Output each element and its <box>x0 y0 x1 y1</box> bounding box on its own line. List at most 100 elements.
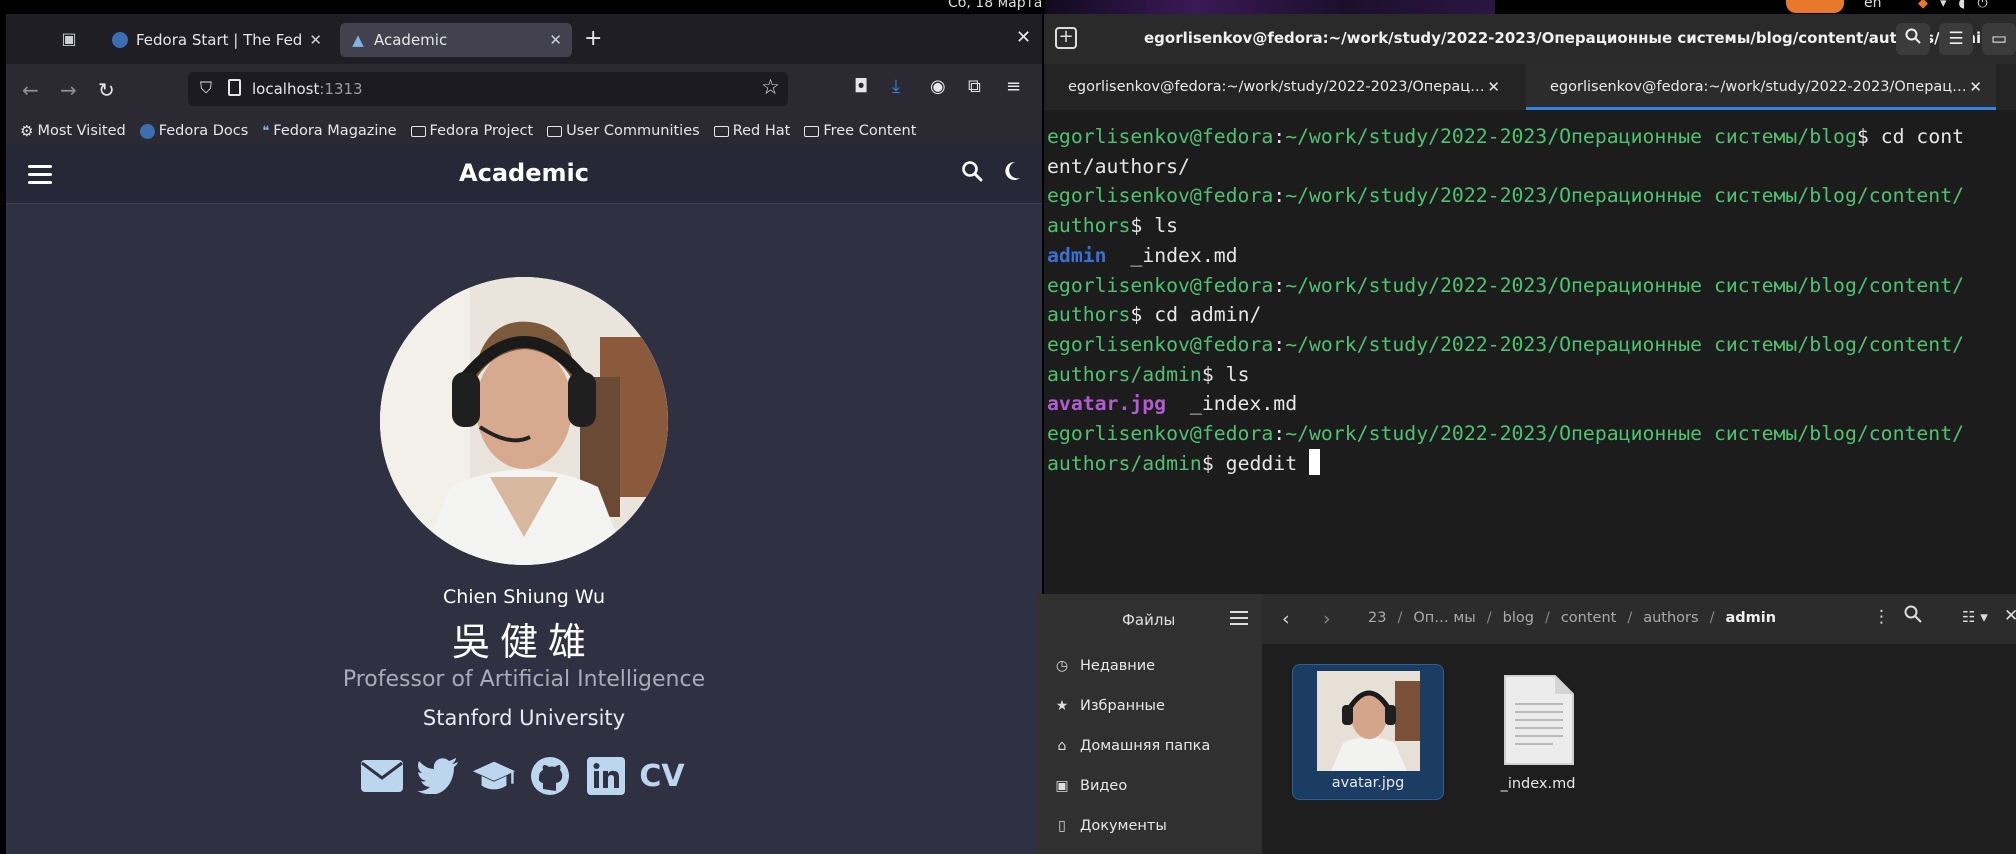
breadcrumb-item[interactable]: blog <box>1503 610 1534 626</box>
close-tab-icon[interactable]: ✕ <box>309 31 322 49</box>
files-sidebar: Файлы ◷ Недавние ★ Избранные ⌂ Домашняя пап… <box>1036 594 1262 854</box>
keyboard-layout[interactable]: en <box>1864 0 1882 11</box>
more-options-icon[interactable]: ⋮ <box>1873 607 1890 627</box>
terminal-menu-icon[interactable]: ☰ <box>1939 23 1973 55</box>
video-icon: ▣ <box>1055 778 1069 794</box>
terminal-line: egorlisenkov@fedora:~/work/study/2022-20… <box>1047 273 1965 297</box>
file-item-avatar[interactable]: avatar.jpg <box>1292 664 1444 800</box>
sidebar-item-starred[interactable]: ★ Избранные <box>1054 698 1165 714</box>
account-icon[interactable]: ◉ <box>930 76 946 97</box>
breadcrumb-item-current[interactable]: admin <box>1725 610 1776 626</box>
graduation-cap-icon[interactable] <box>472 754 516 798</box>
terminal-tab-active[interactable]: egorlisenkov@fedora:~/work/study/2022-20… <box>1526 64 1996 110</box>
sidebar-item-videos[interactable]: ▣ Видео <box>1054 778 1127 794</box>
new-terminal-tab-icon[interactable]: + <box>1055 27 1077 49</box>
bookmark-red-hat[interactable]: Red Hat <box>713 123 790 139</box>
file-name: _index.md <box>1500 776 1576 792</box>
academic-favicon-icon: ▲ <box>352 31 364 49</box>
reload-icon[interactable]: ↻ <box>98 78 115 102</box>
site-navbar: Academic <box>6 146 1042 204</box>
workspace-indicator[interactable] <box>8 0 78 8</box>
linkedin-icon[interactable] <box>584 754 628 798</box>
pocket-icon[interactable]: ◘ <box>854 76 868 97</box>
files-main-area: ‹ › 23/Оп… мы / blog / content / authors / admin… <box>1262 594 2016 854</box>
profile-role: Professor of Artificial Intelligence <box>342 667 706 692</box>
bookmark-fedora-project[interactable]: Fedora Project <box>410 123 533 139</box>
close-tab-icon[interactable]: ✕ <box>1487 64 1500 110</box>
sidebar-item-recent[interactable]: ◷ Недавние <box>1054 658 1155 674</box>
system-top-bar: Сб, 18 марта 13:11 en ◆▾◖⏻ <box>0 0 2016 14</box>
close-window-icon[interactable]: ✕ <box>1016 27 1031 48</box>
terminal-tab[interactable]: egorlisenkov@fedora:~/work/study/2022-20… <box>1044 64 1514 110</box>
back-icon[interactable]: ‹ <box>1282 608 1290 630</box>
file-name: avatar.jpg <box>1331 775 1405 791</box>
terminal-line: admin _index.md <box>1047 243 1238 267</box>
forward-icon[interactable]: → <box>60 78 77 102</box>
clock-icon: ◷ <box>1055 658 1069 674</box>
tab-title: Fedora Start | The Fedora <box>136 31 303 49</box>
image-thumbnail <box>1317 671 1420 771</box>
shield-icon[interactable]: ⛉ <box>200 78 212 98</box>
terminal-window: + egorlisenkov@fedora:~/work/study/2022-… <box>1044 14 2016 594</box>
close-window-icon[interactable]: ✕ <box>2004 606 2016 626</box>
view-options-icon[interactable]: ☷ ▾ <box>1962 608 1988 626</box>
bookmarks-toolbar: ⚙ Most Visited Fedora Docs ❝ Fedora Magazi… <box>6 116 1042 146</box>
cv-link[interactable]: CV <box>639 754 684 798</box>
forward-icon[interactable]: › <box>1323 608 1331 630</box>
bookmark-free-content[interactable]: Free Content <box>804 123 916 139</box>
bookmark-user-communities[interactable]: User Communities <box>547 123 700 139</box>
bookmark-star-icon[interactable]: ☆ <box>761 75 780 99</box>
menu-icon[interactable]: ≡ <box>1006 76 1021 97</box>
url-text[interactable]: localhost:1313 <box>252 80 363 98</box>
downloads-icon[interactable]: ⤓ <box>892 76 900 97</box>
files-header-bar: ‹ › 23/Оп… мы / blog / content / authors / admin… <box>1262 594 2016 644</box>
terminal-search-icon[interactable] <box>1896 23 1930 55</box>
home-icon: ⌂ <box>1057 738 1067 754</box>
system-tray[interactable]: ◆▾◖⏻ <box>1918 0 2000 11</box>
sidebar-item-home[interactable]: ⌂ Домашняя папка <box>1054 738 1211 754</box>
tab-overview-icon[interactable]: ▣ <box>58 29 80 49</box>
gear-icon: ⚙ <box>20 122 34 140</box>
star-icon: ★ <box>1055 698 1069 714</box>
terminal-output[interactable]: egorlisenkov@fedora:~/work/study/2022-20… <box>1047 122 2007 478</box>
profile-name-chinese: 吳健雄 <box>451 620 596 664</box>
terminal-line: authors$ ls <box>1047 214 1179 238</box>
breadcrumb-item[interactable]: 23 <box>1368 610 1386 626</box>
profile-avatar <box>380 277 668 565</box>
site-brand[interactable]: Academic <box>6 159 1042 187</box>
url-bar[interactable]: ⛉ localhost:1313 ☆ <box>188 72 788 106</box>
breadcrumb-item[interactable]: content <box>1561 610 1617 626</box>
files-menu-icon[interactable] <box>1230 611 1248 629</box>
email-icon[interactable] <box>360 754 404 798</box>
close-tab-icon[interactable]: ✕ <box>1969 64 1982 107</box>
file-item-index[interactable]: _index.md <box>1462 664 1614 800</box>
new-tab-icon[interactable]: + <box>584 26 602 51</box>
bookmark-most-visited[interactable]: ⚙ Most Visited <box>20 122 126 140</box>
fedora-icon <box>139 123 155 139</box>
twitter-icon[interactable] <box>416 754 460 798</box>
search-icon[interactable] <box>1904 605 1922 628</box>
close-tab-icon[interactable]: ✕ <box>549 31 562 49</box>
sidebar-item-documents[interactable]: ▯ Документы <box>1054 818 1167 834</box>
terminal-line: authors/admin$ geddit <box>1047 448 2007 479</box>
bookmark-fedora-docs[interactable]: Fedora Docs <box>139 123 248 139</box>
breadcrumb-item[interactable]: Оп… мы <box>1413 610 1475 626</box>
dark-mode-moon-icon[interactable] <box>1002 160 1022 188</box>
terminal-line: egorlisenkov@fedora:~/work/study/2022-20… <box>1047 125 1965 148</box>
terminal-cursor <box>1309 448 1321 475</box>
terminal-window-button[interactable]: ▭ <box>1982 23 2016 55</box>
back-icon[interactable]: ← <box>22 78 39 102</box>
bookmark-fedora-magazine[interactable]: ❝ Fedora Magazine <box>262 123 396 139</box>
files-app-title: Файлы <box>1122 611 1176 629</box>
github-icon[interactable] <box>528 754 572 798</box>
breadcrumb-item[interactable]: authors <box>1643 610 1698 626</box>
browser-tab-bar: ▣ Fedora Start | The Fedora ✕ ▲ Academic… <box>6 14 1042 64</box>
terminal-line: authors$ cd admin/ <box>1047 303 1262 327</box>
browser-tab-academic[interactable]: ▲ Academic ✕ <box>340 23 572 57</box>
browser-tab-fedora-start[interactable]: Fedora Start | The Fedora ✕ <box>102 23 332 57</box>
screen-share-indicator[interactable] <box>1786 0 1844 13</box>
search-icon[interactable] <box>961 160 983 188</box>
extensions-icon[interactable]: ⧉ <box>968 76 981 97</box>
folder-icon <box>410 125 426 137</box>
terminal-line: egorlisenkov@fedora:~/work/study/2022-20… <box>1047 422 1965 446</box>
